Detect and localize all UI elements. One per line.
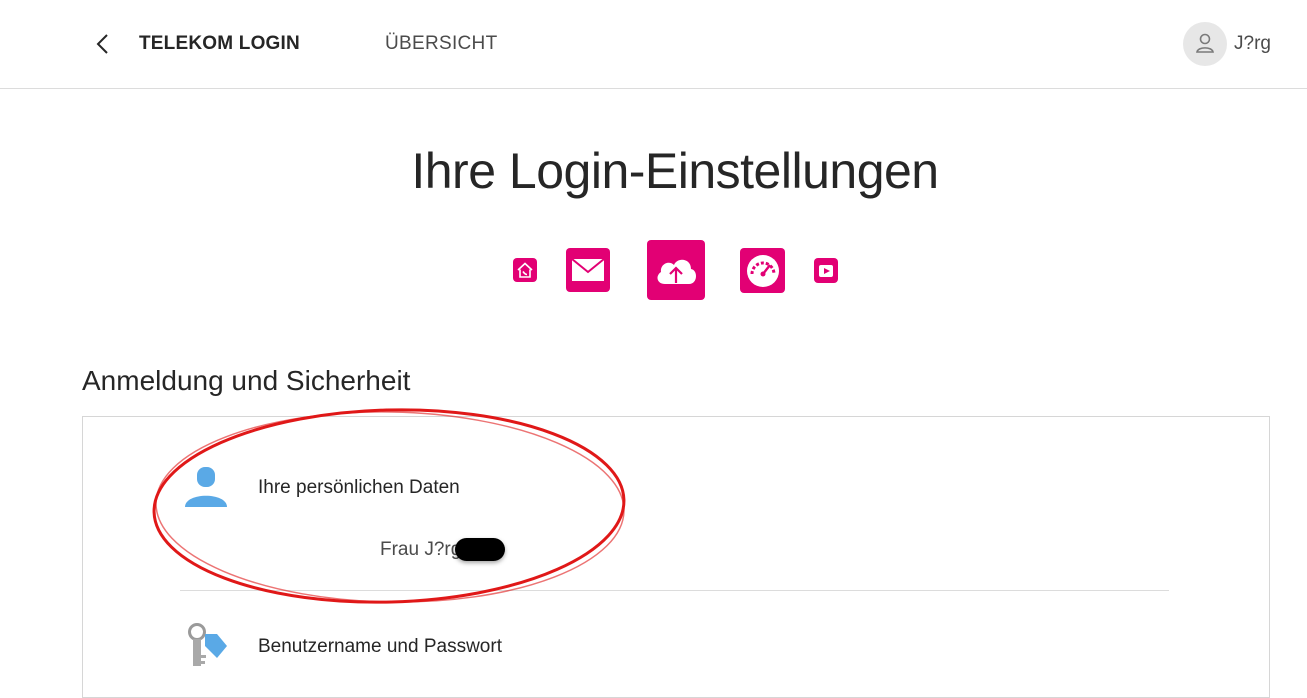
user-icon xyxy=(1196,33,1214,53)
brand-title[interactable]: TELEKOM LOGIN xyxy=(139,33,300,55)
chevron-left-icon xyxy=(96,34,108,54)
app-icon-mail[interactable] xyxy=(566,248,610,292)
app-icon-tv[interactable] xyxy=(814,258,838,283)
personal-data-link[interactable]: Ihre persönlichen Daten xyxy=(258,477,460,499)
row-divider xyxy=(180,590,1169,591)
speedometer-icon xyxy=(746,254,779,287)
credentials-link[interactable]: Benutzername und Passwort xyxy=(258,636,502,658)
top-navigation-bar: TELEKOM LOGIN ÜBERSICHT J?rg xyxy=(0,0,1307,89)
mail-icon xyxy=(571,258,605,281)
page-title: Ihre Login-Einstellungen xyxy=(411,143,939,199)
app-icon-home-phone[interactable] xyxy=(513,258,537,282)
home-phone-icon xyxy=(517,262,533,278)
personal-data-value: Frau J?rg xyxy=(380,539,462,560)
key-icon xyxy=(188,623,227,666)
app-icon-cloud[interactable] xyxy=(647,240,705,300)
section-title: Anmeldung und Sicherheit xyxy=(82,365,411,396)
person-icon xyxy=(185,467,227,507)
tv-play-icon xyxy=(819,264,833,277)
cloud-upload-icon xyxy=(657,259,697,284)
avatar[interactable] xyxy=(1183,22,1227,66)
app-icon-speed[interactable] xyxy=(740,248,785,293)
nav-link-overview[interactable]: ÜBERSICHT xyxy=(385,33,498,55)
personal-data-icon-wrap[interactable] xyxy=(184,466,228,513)
user-name[interactable]: J?rg xyxy=(1234,33,1271,55)
credentials-icon-wrap[interactable] xyxy=(186,622,230,677)
back-button[interactable] xyxy=(92,30,116,58)
redaction-mark xyxy=(455,538,505,561)
